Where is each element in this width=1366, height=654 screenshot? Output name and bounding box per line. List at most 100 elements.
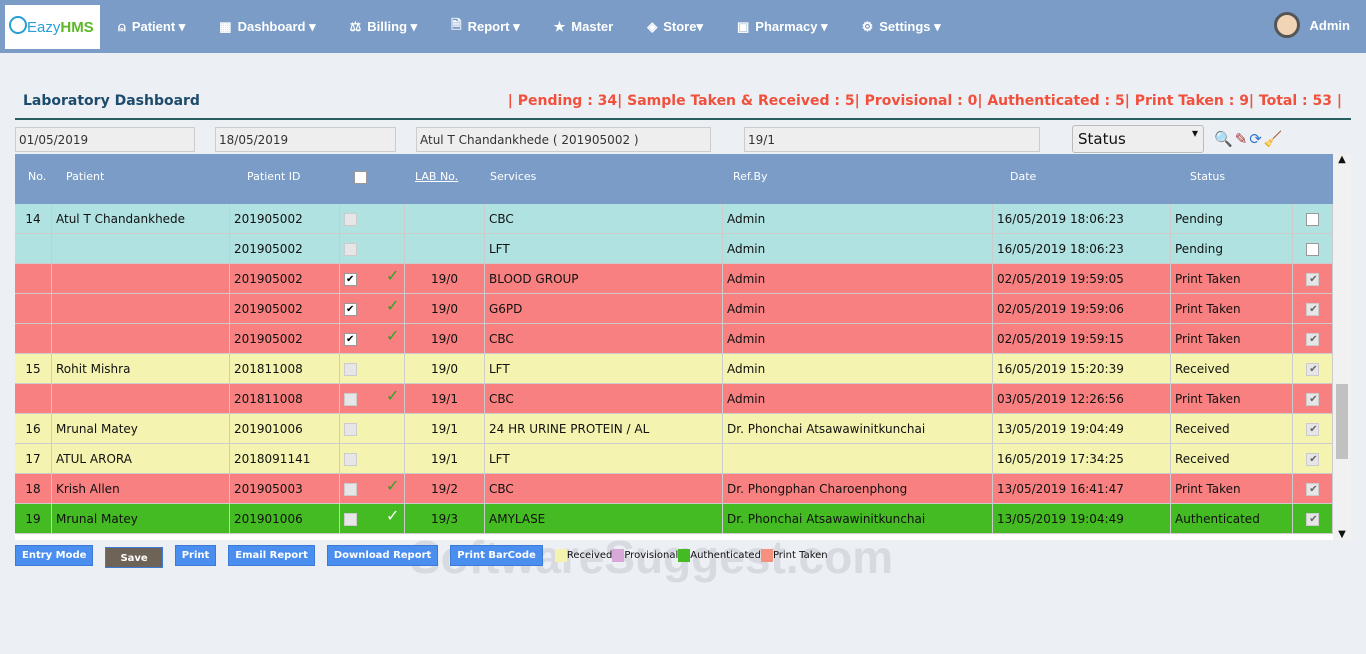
row-no: 17: [15, 444, 52, 473]
row-status: Print Taken: [1171, 264, 1293, 293]
row-status-checkbox[interactable]: [1306, 483, 1319, 496]
print-button[interactable]: Print: [174, 545, 217, 566]
row-date: 03/05/2019 12:26:56: [993, 384, 1171, 413]
main-menu: ⍝ Patient ▾ ▦ Dashboard ▾ ⚖ Billing ▾ 🗎 Report …: [118, 0, 975, 53]
row-status-checkbox[interactable]: [1306, 513, 1319, 526]
row-no: [15, 294, 52, 323]
row-status: Print Taken: [1171, 294, 1293, 323]
table-row[interactable]: 16 Mrunal Matey 201901006 19/1 24 HR URI…: [15, 414, 1333, 444]
row-status-checkbox[interactable]: [1306, 273, 1319, 286]
row-lab-no: 19/3: [405, 504, 485, 533]
menu-item[interactable]: ▦ Dashboard ▾: [219, 19, 315, 35]
legend-item: Provisional: [612, 549, 678, 562]
user-menu[interactable]: Admin: [1273, 12, 1350, 38]
row-status-checkbox[interactable]: [1306, 393, 1319, 406]
from-date-input[interactable]: 01/05/2019: [15, 127, 195, 152]
row-select-checkbox[interactable]: [344, 333, 357, 346]
patient-input[interactable]: Atul T Chandankhede ( 201905002 ): [416, 127, 711, 152]
row-patient: ATUL ARORA: [52, 444, 230, 473]
row-no: 18: [15, 474, 52, 503]
menu-item[interactable]: ★ Master: [554, 19, 614, 35]
legend-swatch: [554, 549, 567, 562]
row-select-checkbox[interactable]: [344, 423, 357, 436]
menu-item[interactable]: 🗎 Report ▾: [451, 16, 519, 38]
row-lab-no: 19/0: [405, 324, 485, 353]
row-patient: [52, 294, 230, 323]
row-patient: [52, 324, 230, 353]
row-patient-id: 201905002: [230, 204, 340, 233]
select-all-checkbox[interactable]: [354, 171, 367, 184]
email-report-button[interactable]: Email Report: [228, 545, 315, 566]
row-select-checkbox[interactable]: [344, 273, 357, 286]
to-date-input[interactable]: 18/05/2019: [215, 127, 396, 152]
row-ref-by: Admin: [723, 384, 993, 413]
logo[interactable]: EazyHMS: [5, 5, 100, 49]
col-ref-by: Ref.By: [733, 170, 768, 183]
table-row[interactable]: 201905002 ✓ 19/0 BLOOD GROUP Admin 02/05…: [15, 264, 1333, 294]
lab-table: No. Patient Patient ID LAB No. Services …: [15, 154, 1351, 540]
row-status: Print Taken: [1171, 384, 1293, 413]
menu-item[interactable]: ⚖ Billing ▾: [350, 19, 418, 35]
row-status-checkbox[interactable]: [1306, 243, 1319, 256]
row-service: G6PD: [485, 294, 723, 323]
row-status: Pending: [1171, 234, 1293, 263]
entry-mode-button[interactable]: Entry Mode: [15, 545, 94, 566]
row-patient-id: 201905002: [230, 294, 340, 323]
lab-no-input[interactable]: 19/1: [744, 127, 1040, 152]
row-status-checkbox[interactable]: [1306, 423, 1319, 436]
row-date: 13/05/2019 19:04:49: [993, 414, 1171, 443]
table-row[interactable]: 201905002 ✓ 19/0 G6PD Admin 02/05/2019 1…: [15, 294, 1333, 324]
row-patient: Rohit Mishra: [52, 354, 230, 383]
eraser-icon[interactable]: ✎: [1235, 130, 1248, 148]
status-select[interactable]: Status: [1072, 125, 1204, 153]
row-select-checkbox[interactable]: [344, 363, 357, 376]
table-row[interactable]: 15 Rohit Mishra 201811008 19/0 LFT Admin…: [15, 354, 1333, 384]
menu-item[interactable]: ⍝ Patient ▾: [118, 19, 185, 35]
table-row[interactable]: 201811008 ✓ 19/1 CBC Admin 03/05/2019 12…: [15, 384, 1333, 414]
scrollbar[interactable]: ▲ ▼: [1333, 154, 1351, 540]
row-ref-by: Dr. Phongphan Charoenphong: [723, 474, 993, 503]
menu-item[interactable]: ◈ Store▾: [647, 19, 703, 35]
scroll-down-icon[interactable]: ▼: [1333, 529, 1351, 540]
broom-icon[interactable]: 🧹: [1264, 130, 1283, 148]
row-lab-no: 19/0: [405, 264, 485, 293]
medkit-icon: ▣: [736, 18, 750, 34]
col-lab-no[interactable]: LAB No.: [415, 170, 458, 183]
row-select-checkbox[interactable]: [344, 453, 357, 466]
row-select-checkbox[interactable]: [344, 483, 357, 496]
menu-item[interactable]: ⚙ Settings ▾: [862, 19, 941, 35]
download-report-button[interactable]: Download Report: [326, 545, 439, 566]
row-select-checkbox[interactable]: [344, 303, 357, 316]
row-patient-id: 201901006: [230, 414, 340, 443]
scroll-thumb[interactable]: [1336, 384, 1348, 459]
user-name: Admin: [1309, 17, 1350, 33]
scroll-up-icon[interactable]: ▲: [1333, 154, 1351, 165]
print-barcode-button[interactable]: Print BarCode: [450, 545, 543, 566]
row-select-checkbox[interactable]: [344, 393, 357, 406]
check-icon: ✓: [386, 266, 400, 285]
row-status-checkbox[interactable]: [1306, 303, 1319, 316]
row-status-checkbox[interactable]: [1306, 333, 1319, 346]
row-patient-id: 201811008: [230, 354, 340, 383]
row-select-checkbox[interactable]: [344, 513, 357, 526]
row-status: Received: [1171, 414, 1293, 443]
row-status-checkbox[interactable]: [1306, 363, 1319, 376]
save-button[interactable]: Save: [105, 547, 163, 568]
row-select-checkbox[interactable]: [344, 243, 357, 256]
row-status-checkbox[interactable]: [1306, 213, 1319, 226]
row-patient-id: 201905002: [230, 324, 340, 353]
row-status-checkbox[interactable]: [1306, 453, 1319, 466]
search-icon[interactable]: 🔍: [1214, 130, 1233, 148]
row-select-checkbox[interactable]: [344, 213, 357, 226]
refresh-icon[interactable]: ⟳: [1249, 130, 1262, 148]
row-service: LFT: [485, 444, 723, 473]
document-icon: 🗎: [451, 16, 462, 32]
table-row[interactable]: 14 Atul T Chandankhede 201905002 CBC Adm…: [15, 204, 1333, 234]
table-row[interactable]: 201905002 ✓ 19/0 CBC Admin 02/05/2019 19…: [15, 324, 1333, 354]
row-service: AMYLASE: [485, 504, 723, 533]
table-row[interactable]: 18 Krish Allen 201905003 ✓ 19/2 CBC Dr. …: [15, 474, 1333, 504]
menu-item[interactable]: ▣ Pharmacy ▾: [737, 19, 828, 35]
table-row[interactable]: 201905002 LFT Admin 16/05/2019 18:06:23 …: [15, 234, 1333, 264]
table-row[interactable]: 17 ATUL ARORA 2018091141 19/1 LFT 16/05/…: [15, 444, 1333, 474]
row-ref-by: Admin: [723, 324, 993, 353]
